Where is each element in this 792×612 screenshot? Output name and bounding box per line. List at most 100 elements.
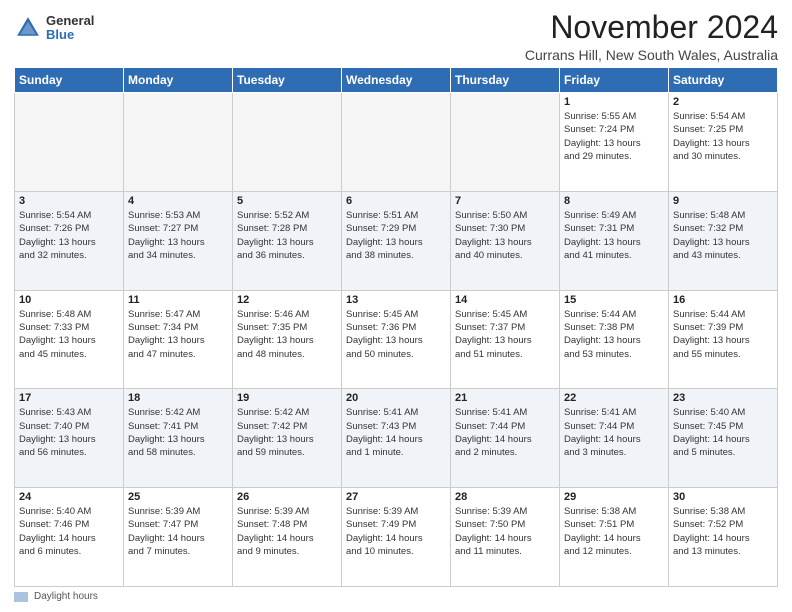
day-info: Sunrise: 5:49 AM Sunset: 7:31 PM Dayligh… (564, 209, 664, 262)
calendar-day-cell: 28 Sunrise: 5:39 AM Sunset: 7:50 PM Dayli… (451, 488, 560, 587)
day-info: Sunrise: 5:50 AM Sunset: 7:30 PM Dayligh… (455, 209, 555, 262)
calendar-header-row: SundayMondayTuesdayWednesdayThursdayFrid… (15, 68, 778, 93)
calendar-day-cell: 9 Sunrise: 5:48 AM Sunset: 7:32 PM Daylig… (669, 191, 778, 290)
day-number: 10 (19, 294, 119, 306)
page: General Blue November 2024 Currans Hill,… (0, 0, 792, 612)
day-info: Sunrise: 5:39 AM Sunset: 7:49 PM Dayligh… (346, 505, 446, 558)
calendar-day-cell: 30Sunrise: 5:38 AM Sunset: 7:52 PM Dayli… (669, 488, 778, 587)
day-info: Sunrise: 5:44 AM Sunset: 7:39 PM Dayligh… (673, 308, 773, 361)
calendar-day-cell: 4 Sunrise: 5:53 AM Sunset: 7:27 PM Daylig… (124, 191, 233, 290)
day-number: 14 (455, 294, 555, 306)
day-number: 29 (564, 491, 664, 503)
day-info: Sunrise: 5:45 AM Sunset: 7:36 PM Dayligh… (346, 308, 446, 361)
day-number: 23 (673, 392, 773, 404)
logo-general: General (46, 14, 94, 28)
calendar-day-cell: 25 Sunrise: 5:39 AM Sunset: 7:47 PM Dayli… (124, 488, 233, 587)
calendar-day-cell: 8 Sunrise: 5:49 AM Sunset: 7:31 PM Daylig… (560, 191, 669, 290)
day-info: Sunrise: 5:54 AM Sunset: 7:25 PM Dayligh… (673, 110, 773, 163)
calendar-day-cell: 17 Sunrise: 5:43 AM Sunset: 7:40 PM Dayli… (15, 389, 124, 488)
day-info: Sunrise: 5:38 AM Sunset: 7:51 PM Dayligh… (564, 505, 664, 558)
day-info: Sunrise: 5:41 AM Sunset: 7:44 PM Dayligh… (455, 406, 555, 459)
calendar-day-cell: 29 Sunrise: 5:38 AM Sunset: 7:51 PM Dayli… (560, 488, 669, 587)
day-number: 3 (19, 195, 119, 207)
calendar-header-thursday: Thursday (451, 68, 560, 93)
logo-icon (14, 14, 42, 42)
calendar-week-row: 24 Sunrise: 5:40 AM Sunset: 7:46 PM Dayli… (15, 488, 778, 587)
calendar-day-cell: 10Sunrise: 5:48 AM Sunset: 7:33 PM Dayli… (15, 290, 124, 389)
day-info: Sunrise: 5:43 AM Sunset: 7:40 PM Dayligh… (19, 406, 119, 459)
day-number: 17 (19, 392, 119, 404)
calendar-day-cell (124, 93, 233, 192)
day-info: Sunrise: 5:45 AM Sunset: 7:37 PM Dayligh… (455, 308, 555, 361)
calendar-day-cell (233, 93, 342, 192)
calendar-week-row: 3Sunrise: 5:54 AM Sunset: 7:26 PM Daylig… (15, 191, 778, 290)
calendar-day-cell: 1Sunrise: 5:55 AM Sunset: 7:24 PM Daylig… (560, 93, 669, 192)
day-number: 2 (673, 96, 773, 108)
day-info: Sunrise: 5:42 AM Sunset: 7:42 PM Dayligh… (237, 406, 337, 459)
calendar-day-cell: 20Sunrise: 5:41 AM Sunset: 7:43 PM Dayli… (342, 389, 451, 488)
day-info: Sunrise: 5:40 AM Sunset: 7:45 PM Dayligh… (673, 406, 773, 459)
day-number: 21 (455, 392, 555, 404)
calendar-day-cell: 12 Sunrise: 5:46 AM Sunset: 7:35 PM Dayli… (233, 290, 342, 389)
day-number: 5 (237, 195, 337, 207)
day-info: Sunrise: 5:51 AM Sunset: 7:29 PM Dayligh… (346, 209, 446, 262)
day-number: 11 (128, 294, 228, 306)
calendar-day-cell (451, 93, 560, 192)
title-block: November 2024 Currans Hill, New South Wa… (525, 10, 778, 63)
calendar-day-cell: 23 Sunrise: 5:40 AM Sunset: 7:45 PM Dayli… (669, 389, 778, 488)
day-number: 4 (128, 195, 228, 207)
day-info: Sunrise: 5:46 AM Sunset: 7:35 PM Dayligh… (237, 308, 337, 361)
day-info: Sunrise: 5:39 AM Sunset: 7:50 PM Dayligh… (455, 505, 555, 558)
day-number: 24 (19, 491, 119, 503)
subtitle: Currans Hill, New South Wales, Australia (525, 47, 778, 63)
day-info: Sunrise: 5:44 AM Sunset: 7:38 PM Dayligh… (564, 308, 664, 361)
day-info: Sunrise: 5:39 AM Sunset: 7:47 PM Dayligh… (128, 505, 228, 558)
day-number: 18 (128, 392, 228, 404)
calendar-day-cell: 22 Sunrise: 5:41 AM Sunset: 7:44 PM Dayli… (560, 389, 669, 488)
calendar-week-row: 17 Sunrise: 5:43 AM Sunset: 7:40 PM Dayli… (15, 389, 778, 488)
legend: Daylight hours (14, 591, 778, 602)
day-number: 8 (564, 195, 664, 207)
legend-color (14, 592, 28, 602)
calendar-day-cell: 13Sunrise: 5:45 AM Sunset: 7:36 PM Dayli… (342, 290, 451, 389)
day-info: Sunrise: 5:42 AM Sunset: 7:41 PM Dayligh… (128, 406, 228, 459)
calendar-day-cell: 26 Sunrise: 5:39 AM Sunset: 7:48 PM Dayli… (233, 488, 342, 587)
day-info: Sunrise: 5:48 AM Sunset: 7:32 PM Dayligh… (673, 209, 773, 262)
calendar-header-sunday: Sunday (15, 68, 124, 93)
day-info: Sunrise: 5:39 AM Sunset: 7:48 PM Dayligh… (237, 505, 337, 558)
calendar-header-tuesday: Tuesday (233, 68, 342, 93)
logo: General Blue (14, 14, 94, 43)
day-info: Sunrise: 5:53 AM Sunset: 7:27 PM Dayligh… (128, 209, 228, 262)
calendar-day-cell: 14 Sunrise: 5:45 AM Sunset: 7:37 PM Dayli… (451, 290, 560, 389)
calendar-day-cell (342, 93, 451, 192)
day-number: 20 (346, 392, 446, 404)
legend-label: Daylight hours (34, 591, 98, 602)
day-number: 22 (564, 392, 664, 404)
calendar-week-row: 1Sunrise: 5:55 AM Sunset: 7:24 PM Daylig… (15, 93, 778, 192)
day-number: 15 (564, 294, 664, 306)
calendar-day-cell: 18 Sunrise: 5:42 AM Sunset: 7:41 PM Dayli… (124, 389, 233, 488)
day-number: 28 (455, 491, 555, 503)
calendar-day-cell: 19Sunrise: 5:42 AM Sunset: 7:42 PM Dayli… (233, 389, 342, 488)
calendar-day-cell: 3Sunrise: 5:54 AM Sunset: 7:26 PM Daylig… (15, 191, 124, 290)
day-info: Sunrise: 5:38 AM Sunset: 7:52 PM Dayligh… (673, 505, 773, 558)
logo-blue: Blue (46, 28, 94, 42)
calendar-header-monday: Monday (124, 68, 233, 93)
calendar-day-cell: 15 Sunrise: 5:44 AM Sunset: 7:38 PM Dayli… (560, 290, 669, 389)
calendar-day-cell: 21 Sunrise: 5:41 AM Sunset: 7:44 PM Dayli… (451, 389, 560, 488)
day-number: 26 (237, 491, 337, 503)
month-title: November 2024 (525, 10, 778, 45)
day-number: 25 (128, 491, 228, 503)
calendar-week-row: 10Sunrise: 5:48 AM Sunset: 7:33 PM Dayli… (15, 290, 778, 389)
day-info: Sunrise: 5:40 AM Sunset: 7:46 PM Dayligh… (19, 505, 119, 558)
calendar-day-cell: 6Sunrise: 5:51 AM Sunset: 7:29 PM Daylig… (342, 191, 451, 290)
calendar-header-wednesday: Wednesday (342, 68, 451, 93)
calendar-day-cell: 24 Sunrise: 5:40 AM Sunset: 7:46 PM Dayli… (15, 488, 124, 587)
day-info: Sunrise: 5:41 AM Sunset: 7:44 PM Dayligh… (564, 406, 664, 459)
logo-text: General Blue (46, 14, 94, 43)
calendar-table: SundayMondayTuesdayWednesdayThursdayFrid… (14, 67, 778, 587)
day-number: 9 (673, 195, 773, 207)
calendar-day-cell: 16Sunrise: 5:44 AM Sunset: 7:39 PM Dayli… (669, 290, 778, 389)
day-info: Sunrise: 5:55 AM Sunset: 7:24 PM Dayligh… (564, 110, 664, 163)
day-number: 12 (237, 294, 337, 306)
